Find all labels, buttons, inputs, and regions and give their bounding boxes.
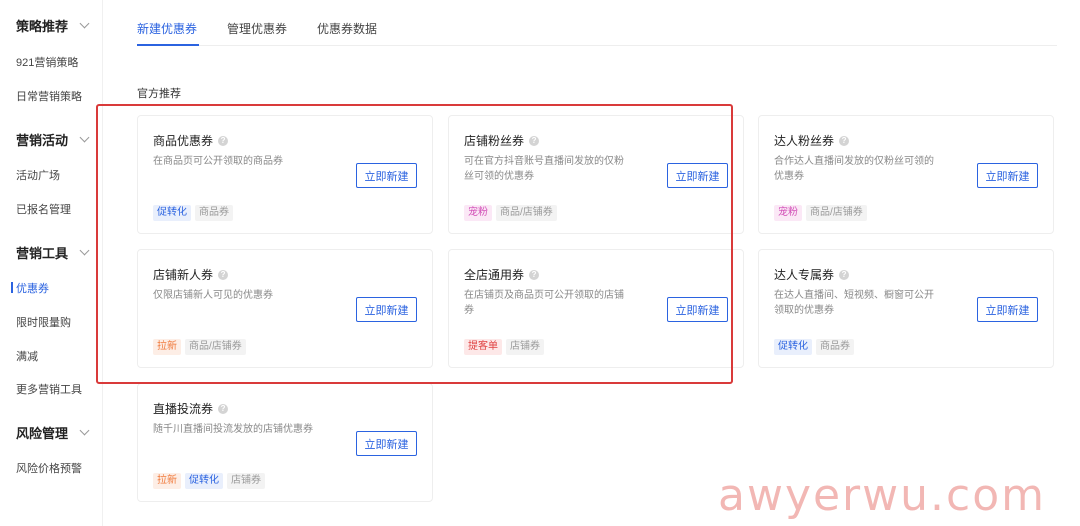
create-now-button[interactable]: 立即新建 xyxy=(977,297,1038,322)
tag: 宠粉 xyxy=(464,205,492,221)
tag: 促转化 xyxy=(153,205,191,221)
main-content: 新建优惠券 管理优惠券 优惠券数据 官方推荐 商品优惠券? 在商品页可公开领取的… xyxy=(103,0,1080,526)
card-description: 仅限店铺新人可见的优惠券 xyxy=(153,290,273,301)
card-title-text: 达人粉丝券 xyxy=(774,134,835,148)
coupon-card: 直播投流券? 随千川直播间投流发放的店铺优惠券 立即新建 拉新 促转化 店铺券 xyxy=(137,383,433,502)
coupon-card: 全店通用券? 在店铺页及商品页可公开领取的店铺券 立即新建 提客单 店铺券 xyxy=(448,249,744,368)
tab-coupon-data[interactable]: 优惠券数据 xyxy=(317,20,377,37)
chevron-down-icon xyxy=(79,425,90,436)
create-now-button[interactable]: 立即新建 xyxy=(356,163,417,188)
sidebar-item-activity-plaza[interactable]: 活动广场 xyxy=(16,167,60,183)
sidebar-item-more-tools[interactable]: 更多营销工具 xyxy=(16,381,82,397)
card-title: 直播投流券? xyxy=(153,400,229,417)
sidebar-group-label: 营销活动 xyxy=(16,133,69,148)
card-title-text: 店铺粉丝券 xyxy=(464,134,525,148)
card-tags: 提客单 店铺券 xyxy=(464,339,544,355)
tag: 宠粉 xyxy=(774,205,802,221)
card-title-text: 店铺新人券 xyxy=(153,268,214,282)
card-description: 可在官方抖音账号直播间发放的仅粉丝可领的优惠券 xyxy=(464,156,624,182)
sidebar-item-registered[interactable]: 已报名管理 xyxy=(16,201,71,217)
help-icon[interactable]: ? xyxy=(218,135,229,146)
card-title-text: 全店通用券 xyxy=(464,268,525,282)
section-title: 官方推荐 xyxy=(137,88,181,100)
help-icon[interactable]: ? xyxy=(218,403,229,414)
card-tags: 宠粉 商品/店铺券 xyxy=(464,205,557,221)
help-icon[interactable]: ? xyxy=(529,269,540,280)
card-tags: 促转化 商品券 xyxy=(153,205,233,221)
tag: 店铺券 xyxy=(227,473,265,489)
sidebar-group-tools[interactable]: 营销工具 xyxy=(16,243,96,262)
card-tags: 宠粉 商品/店铺券 xyxy=(774,205,867,221)
tab-bar: 新建优惠券 管理优惠券 优惠券数据 xyxy=(137,0,1057,46)
coupon-card: 店铺新人券? 仅限店铺新人可见的优惠券 立即新建 拉新 商品/店铺券 xyxy=(137,249,433,368)
tag: 商品/店铺券 xyxy=(496,205,557,221)
sidebar-item-daily-strategy[interactable]: 日常营销策略 xyxy=(16,88,82,104)
create-now-button[interactable]: 立即新建 xyxy=(977,163,1038,188)
coupon-card: 达人粉丝券? 合作达人直播间发放的仅粉丝可领的优惠券 立即新建 宠粉 商品/店铺… xyxy=(758,115,1054,234)
card-title: 店铺新人券? xyxy=(153,266,229,283)
sidebar-group-label: 营销工具 xyxy=(16,246,69,261)
tag: 拉新 xyxy=(153,473,181,489)
active-tab-indicator xyxy=(137,44,199,46)
card-tags: 拉新 促转化 店铺券 xyxy=(153,473,265,489)
card-description: 随千川直播间投流发放的店铺优惠券 xyxy=(153,424,313,435)
tag: 拉新 xyxy=(153,339,181,355)
card-description: 合作达人直播间发放的仅粉丝可领的优惠券 xyxy=(774,156,934,182)
coupon-card: 达人专属券? 在达人直播间、短视频、橱窗可公开领取的优惠券 立即新建 促转化 商… xyxy=(758,249,1054,368)
chevron-down-icon xyxy=(79,132,90,143)
card-title: 达人专属券? xyxy=(774,266,850,283)
tag: 店铺券 xyxy=(506,339,544,355)
sidebar-item-921-strategy[interactable]: 921营销策略 xyxy=(16,54,78,70)
chevron-down-icon xyxy=(79,245,90,256)
chevron-down-icon xyxy=(79,18,90,29)
card-title: 商品优惠券? xyxy=(153,132,229,149)
sidebar-item-full-reduction[interactable]: 满减 xyxy=(16,348,38,364)
sidebar-item-coupons[interactable]: 优惠券 xyxy=(11,280,49,296)
sidebar: 策略推荐 921营销策略 日常营销策略 营销活动 活动广场 已报名管理 营销工具… xyxy=(0,0,103,526)
tab-manage-coupons[interactable]: 管理优惠券 xyxy=(227,20,287,37)
card-title-text: 达人专属券 xyxy=(774,268,835,282)
sidebar-group-risk[interactable]: 风险管理 xyxy=(16,423,96,442)
card-title: 达人粉丝券? xyxy=(774,132,850,149)
help-icon[interactable]: ? xyxy=(839,135,850,146)
create-now-button[interactable]: 立即新建 xyxy=(667,297,728,322)
tag: 商品/店铺券 xyxy=(185,339,246,355)
sidebar-group-label: 风险管理 xyxy=(16,426,69,441)
create-now-button[interactable]: 立即新建 xyxy=(356,431,417,456)
tag: 商品券 xyxy=(816,339,854,355)
card-tags: 促转化 商品券 xyxy=(774,339,854,355)
help-icon[interactable]: ? xyxy=(529,135,540,146)
sidebar-group-activities[interactable]: 营销活动 xyxy=(16,130,96,149)
coupon-card: 店铺粉丝券? 可在官方抖音账号直播间发放的仅粉丝可领的优惠券 立即新建 宠粉 商… xyxy=(448,115,744,234)
tag: 商品券 xyxy=(195,205,233,221)
tag: 提客单 xyxy=(464,339,502,355)
tag: 促转化 xyxy=(185,473,223,489)
watermark: awyerwu.com xyxy=(718,470,1046,521)
card-title: 全店通用券? xyxy=(464,266,540,283)
card-description: 在商品页可公开领取的商品券 xyxy=(153,156,283,167)
card-tags: 拉新 商品/店铺券 xyxy=(153,339,246,355)
card-title: 店铺粉丝券? xyxy=(464,132,540,149)
tab-new-coupon[interactable]: 新建优惠券 xyxy=(137,20,197,37)
create-now-button[interactable]: 立即新建 xyxy=(667,163,728,188)
sidebar-group-label: 策略推荐 xyxy=(16,19,69,34)
card-description: 在达人直播间、短视频、橱窗可公开领取的优惠券 xyxy=(774,290,934,316)
sidebar-item-price-warning[interactable]: 风险价格预警 xyxy=(16,460,82,476)
sidebar-group-strategy[interactable]: 策略推荐 xyxy=(16,16,96,35)
sidebar-item-limited-purchase[interactable]: 限时限量购 xyxy=(16,314,71,330)
tag: 商品/店铺券 xyxy=(806,205,867,221)
card-title-text: 商品优惠券 xyxy=(153,134,214,148)
card-title-text: 直播投流券 xyxy=(153,402,214,416)
card-description: 在店铺页及商品页可公开领取的店铺券 xyxy=(464,290,624,316)
help-icon[interactable]: ? xyxy=(218,269,229,280)
tag: 促转化 xyxy=(774,339,812,355)
help-icon[interactable]: ? xyxy=(839,269,850,280)
coupon-card: 商品优惠券? 在商品页可公开领取的商品券 立即新建 促转化 商品券 xyxy=(137,115,433,234)
create-now-button[interactable]: 立即新建 xyxy=(356,297,417,322)
